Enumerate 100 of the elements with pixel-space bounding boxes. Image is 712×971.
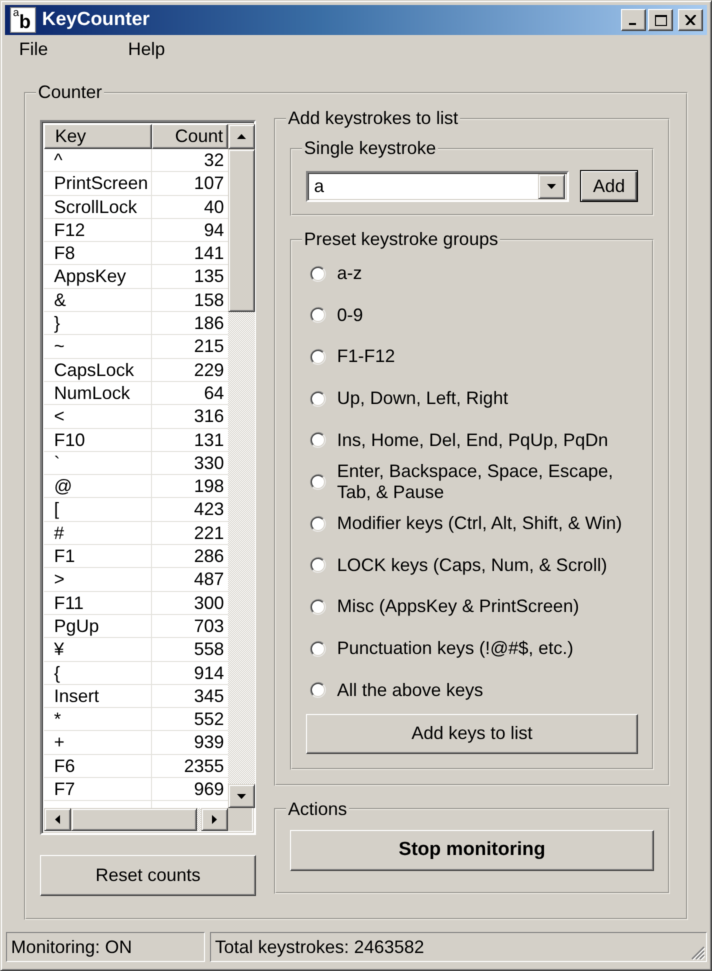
radio-button[interactable] [310,640,326,657]
down-arrow-icon [237,794,246,798]
key-cell-text: PrintScreen [53,172,150,195]
key-cell-text: { [53,662,62,684]
radio-label[interactable]: a-z [337,263,637,284]
radio-button[interactable] [310,474,326,490]
close-icon [685,15,696,25]
count-cell-text: 316 [192,405,225,428]
count-cell-text: 32 [202,149,225,172]
count-cell-text: 107 [192,172,225,195]
count-cell-text: 221 [192,522,225,544]
count-cell-text: 198 [192,475,225,498]
key-cell-text: F11 [53,592,85,614]
count-cell-text: 286 [192,545,225,568]
key-cell-text: PgUp [53,614,100,638]
caret-icon [547,184,556,188]
scroll-left-button[interactable] [44,808,71,831]
radio-label[interactable]: Misc (AppsKey & PrintScreen) [337,596,637,618]
key-cell-text: F12 [53,218,86,242]
dropdown-button[interactable] [538,174,565,198]
radio-button[interactable] [310,307,326,324]
radio-button[interactable] [310,598,326,615]
radio-label[interactable]: F1-F12 [337,346,637,368]
radio-label[interactable]: LOCK keys (Caps, Num, & Scroll) [337,554,637,576]
radio-button[interactable] [310,390,326,407]
scrollbar-corner [228,808,252,831]
count-cell-text: 552 [192,708,225,730]
count-cell-text: 939 [192,731,225,754]
count-cell-text: 215 [192,335,225,358]
count-cell-text: 186 [192,312,225,334]
radio-label[interactable]: All the above keys [337,680,637,701]
key-cell-text: F10 [53,428,86,451]
scroll-down-button[interactable] [228,784,255,808]
up-arrow-icon [237,134,246,139]
key-cell-text: F6 [53,754,76,778]
radio-label[interactable]: Enter, Backspace, Space, Escape, Tab, & Pause [337,460,637,503]
radio-button[interactable] [310,348,326,365]
key-cell-text: @ [53,475,74,498]
count-cell-text: 94 [202,218,225,242]
count-cell-text: 40 [202,196,225,218]
resize-grip-icon[interactable] [691,946,705,960]
count-cell-text: 300 [192,592,225,614]
radio-button[interactable] [310,682,326,698]
scroll-right-button[interactable] [201,808,228,831]
key-cell-text: ^ [53,149,64,172]
count-cell-text: 969 [192,778,225,800]
status-text: Monitoring: ON [6,932,205,962]
key-cell-text: # [53,522,66,544]
key-cell-text: ¥ [53,638,66,661]
radio-button[interactable] [310,432,326,448]
radio-label[interactable]: Ins, Home, Del, End, PqUp, PqDn [337,430,637,451]
scroll-up-button[interactable] [228,124,255,149]
add-keys-button[interactable]: Add keys to list [306,714,638,754]
group-title: Single keystroke [303,138,438,159]
radio-button[interactable] [310,557,326,574]
menu-item[interactable]: File [15,38,52,60]
count-cell-text: 487 [192,568,225,591]
count-cell-text: 2355 [182,754,225,778]
radio-label[interactable]: 0-9 [337,304,637,326]
count-cell-text: 703 [192,614,225,638]
radio-button[interactable] [310,266,326,282]
radio-label[interactable]: Punctuation keys (!@#$, etc.) [337,638,637,660]
menu-item[interactable]: Help [124,38,170,60]
column-header[interactable]: Count [152,124,228,149]
add-button[interactable]: Add [580,170,638,202]
count-cell-text: 141 [192,242,225,264]
key-cell-text: ~ [53,335,66,358]
radio-button[interactable] [310,516,326,532]
count-cell-text: 423 [192,498,225,521]
key-cell-text: ScrollLock [53,196,138,218]
group-title: Add keystrokes to list [287,108,460,129]
radio-label[interactable]: Up, Down, Left, Right [337,388,637,410]
key-cell-text: F7 [53,778,76,800]
key-cell-text: * [53,708,62,730]
group-title: Preset keystroke groups [303,229,500,250]
reset-counts-button[interactable]: Reset counts [40,855,256,896]
key-cell-text: NumLock [53,382,132,404]
minimize-icon [629,23,636,25]
key-cell-text: + [53,731,66,754]
key-cell-text: [ [53,498,60,521]
stop-monitoring-button[interactable]: Stop monitoring [290,830,654,871]
right-arrow-icon [212,815,217,824]
group-title: Counter [37,82,104,103]
key-cell-text: F8 [53,242,76,264]
status-text: Total keystrokes: 2463582 [215,936,424,958]
key-cell-text: < [53,405,66,428]
count-cell-text: 64 [202,382,225,404]
close-button[interactable] [678,9,703,31]
key-cell-text: } [53,312,62,334]
key-cell-text: > [53,568,66,591]
key-cell-text: Insert [53,684,100,708]
keystroke-combo-box[interactable]: a [306,170,569,202]
key-cell-text: & [53,288,68,312]
scrollbar-thumb[interactable] [228,149,255,312]
maximize-button[interactable] [648,9,673,31]
count-cell-text: 229 [192,358,225,381]
column-header[interactable]: Key [44,124,152,149]
minimize-button[interactable] [621,9,646,31]
key-cell-text: CapsLock [53,358,136,381]
radio-label[interactable]: Modifier keys (Ctrl, Alt, Shift, & Win) [337,513,637,534]
